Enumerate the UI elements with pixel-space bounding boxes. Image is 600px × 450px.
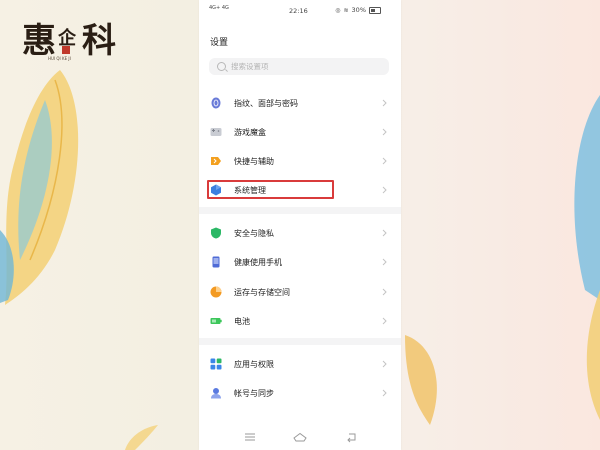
settings-item-ram-storage[interactable]: 运存与存储空间 [199,280,401,304]
search-input[interactable]: 搜索设置项 [209,58,389,75]
navigation-bar [199,425,401,450]
settings-item-shortcuts[interactable]: 快捷与辅助 [199,149,401,173]
battery-icon [210,318,222,324]
chevron-right-icon [382,258,387,266]
apps-grid-icon [210,358,222,370]
settings-item-account-sync[interactable]: 帐号与同步 [199,381,401,405]
feather-decoration-right [405,335,437,425]
menu-icon[interactable] [243,431,257,443]
home-icon[interactable] [293,431,307,443]
status-icons: ◎ ≋ 30% [335,6,381,14]
svg-text:企: 企 [57,27,77,49]
settings-item-label: 安全与隐私 [234,229,274,238]
settings-item-label: 快捷与辅助 [234,157,274,166]
settings-item-fingerprint[interactable]: 指纹、面部与密码 [199,91,401,115]
security-shield-icon [211,227,221,239]
svg-text:HUI QI KE JI: HUI QI KE JI [48,56,71,61]
chevron-right-icon [382,288,387,296]
search-placeholder: 搜索设置项 [231,62,269,71]
settings-item-label: 应用与权限 [234,360,274,369]
settings-item-healthy-phone-use[interactable]: 健康使用手机 [199,250,401,274]
chevron-right-icon [382,360,387,368]
chevron-right-icon [382,186,387,194]
group-divider [199,338,401,345]
feather-decoration-left-blue [0,230,14,303]
settings-item-label: 帐号与同步 [234,389,274,398]
storage-pie-icon [210,286,222,298]
game-box-icon [210,128,222,136]
watermark-logo-graphic: 惠 企 科 HUI QI KE JI [22,21,116,61]
wifi-icon: ≋ [343,6,349,14]
clock: 22:16 [289,7,308,15]
phone-health-icon [212,256,220,268]
back-icon[interactable] [345,431,359,443]
page-title: 设置 [210,38,229,48]
settings-item-label: 游戏魔盒 [234,128,266,137]
settings-item-label: 电池 [234,317,250,326]
settings-item-game-box[interactable]: 游戏魔盒 [199,120,401,144]
fingerprint-shield-icon [211,97,221,109]
highlight-box [207,180,334,199]
settings-item-apps-permissions[interactable]: 应用与权限 [199,352,401,376]
settings-item-label: 运存与存储空间 [234,288,290,297]
chevron-right-icon [382,229,387,237]
battery-icon [369,6,381,14]
svg-text:科: 科 [82,21,116,61]
settings-screen: 4G+ 4G 22:16 ◎ ≋ 30% 设置 搜索设置项 指纹、面部与密码 游… [199,0,401,450]
svg-text:惠: 惠 [22,21,56,61]
chevron-right-icon [382,317,387,325]
settings-item-security-privacy[interactable]: 安全与隐私 [199,221,401,245]
feather-decoration-far-right [574,95,600,420]
watermark-logo: 惠 企 科 HUI QI KE JI [22,14,122,62]
shortcut-icon [211,157,221,165]
carrier-signal: 4G+ 4G [209,5,229,11]
account-icon [211,388,221,399]
feather-decoration-bottom-left [125,425,158,450]
settings-item-label: 健康使用手机 [234,258,282,267]
chevron-right-icon [382,99,387,107]
search-icon [217,62,226,71]
chevron-right-icon [382,157,387,165]
chevron-right-icon [382,128,387,136]
battery-percent: 30% [351,6,366,14]
alarm-icon: ◎ [335,6,341,14]
status-bar: 4G+ 4G 22:16 ◎ ≋ 30% [199,0,401,22]
settings-item-label: 指纹、面部与密码 [234,99,298,108]
chevron-right-icon [382,389,387,397]
group-divider [199,207,401,214]
settings-item-battery[interactable]: 电池 [199,309,401,333]
